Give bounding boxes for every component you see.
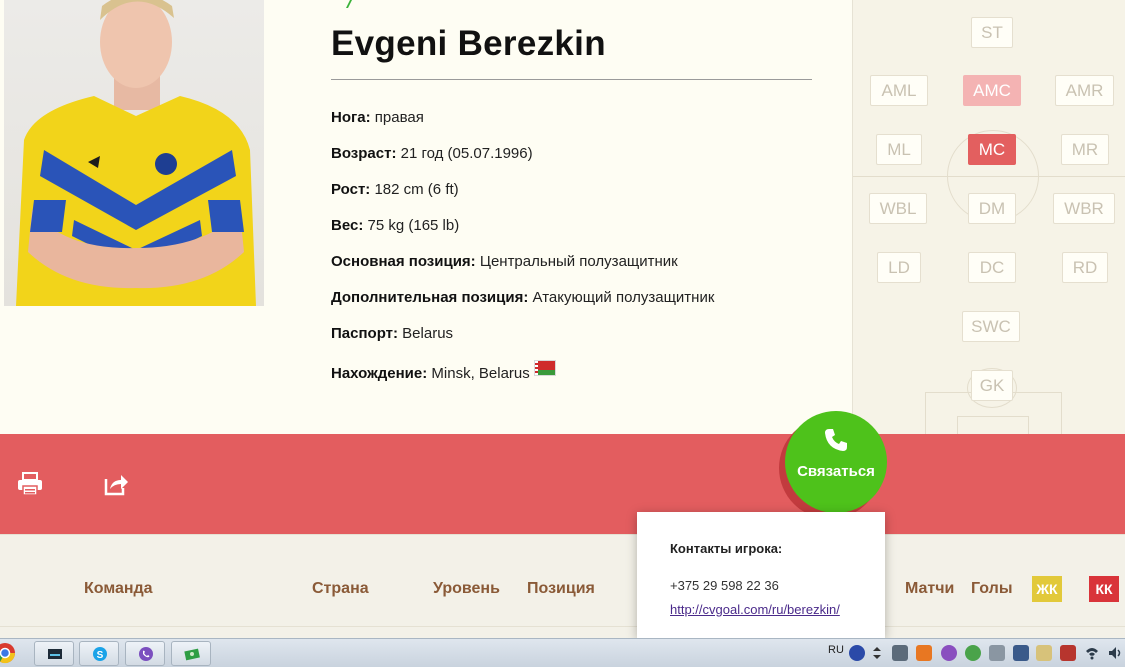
info-value: Minsk, Belarus xyxy=(431,365,530,382)
language-indicator[interactable]: RU xyxy=(828,644,844,656)
popup-title: Контакты игрока: xyxy=(670,541,783,556)
viber-tray-icon[interactable] xyxy=(941,645,957,661)
info-row-weight: Вес: 75 kg (165 lb) xyxy=(331,216,714,252)
info-label: Основная позиция: xyxy=(331,253,476,270)
pos-st: ST xyxy=(971,17,1013,48)
pos-gk: GK xyxy=(971,370,1013,401)
flag-alert-icon[interactable] xyxy=(1060,645,1076,661)
info-value: 21 год (05.07.1996) xyxy=(400,145,533,162)
wifi-icon[interactable] xyxy=(1084,645,1100,661)
device-icon[interactable] xyxy=(989,645,1005,661)
info-row-extra-position: Дополнительная позиция: Атакующий полуза… xyxy=(331,288,714,324)
info-row-foot: Нога: правая xyxy=(331,108,714,144)
pos-dc: DC xyxy=(968,252,1016,283)
player-info-list: Нога: правая Возраст: 21 год (05.07.1996… xyxy=(331,108,714,396)
phone-icon xyxy=(825,429,847,451)
info-value: 182 cm (6 ft) xyxy=(374,181,459,198)
info-value: Атакующий полузащитник xyxy=(532,289,715,306)
name-divider xyxy=(331,79,812,80)
col-matches[interactable]: Матчи xyxy=(905,580,954,598)
info-row-main-position: Основная позиция: Центральный полузащитн… xyxy=(331,252,714,288)
folder-icon[interactable] xyxy=(1036,645,1052,661)
info-value: Центральный полузащитник xyxy=(479,253,678,270)
popup-profile-link[interactable]: http://cvgoal.com/ru/berezkin/ xyxy=(670,602,840,617)
info-label: Паспорт: xyxy=(331,325,398,342)
terminal-icon xyxy=(48,649,62,659)
viber-icon xyxy=(139,647,153,661)
pitch-goal-box xyxy=(957,416,1029,434)
pos-rd: RD xyxy=(1062,252,1108,283)
action-bar xyxy=(0,434,1125,534)
info-value: Belarus xyxy=(402,325,454,342)
pos-wbr: WBR xyxy=(1053,193,1115,224)
stats-divider xyxy=(0,626,1125,627)
info-row-passport: Паспорт: Belarus xyxy=(331,324,714,360)
skype-icon: S xyxy=(93,647,107,661)
taskbar-app-terminal[interactable] xyxy=(34,641,74,666)
info-label: Вес: xyxy=(331,217,364,234)
chrome-icon[interactable] xyxy=(0,642,16,664)
monitor-icon[interactable] xyxy=(892,645,908,661)
help-icon[interactable] xyxy=(849,645,865,661)
money-icon xyxy=(184,648,200,661)
info-value: правая xyxy=(374,109,424,126)
info-row-height: Рост: 182 cm (6 ft) xyxy=(331,180,714,216)
info-row-age: Возраст: 21 год (05.07.1996) xyxy=(331,144,714,180)
info-label: Рост: xyxy=(331,181,371,198)
share-icon[interactable] xyxy=(103,472,129,496)
pos-mc: MC xyxy=(968,134,1016,165)
notes-icon[interactable] xyxy=(916,645,932,661)
info-label: Возраст: xyxy=(331,145,397,162)
col-country[interactable]: Страна xyxy=(312,580,369,598)
pos-wbl: WBL xyxy=(869,193,927,224)
printer-icon[interactable] xyxy=(17,472,43,496)
col-yellow-cards[interactable]: ЖК xyxy=(1032,576,1062,602)
position-pitch: ST AML AMC AMR ML MC MR WBL DM WBR LD DC… xyxy=(852,0,1125,434)
taskbar: S RU xyxy=(0,638,1125,667)
pos-swc: SWC xyxy=(962,311,1020,342)
pos-ml: ML xyxy=(876,134,922,165)
col-red-cards[interactable]: КК xyxy=(1089,576,1119,602)
accent-mark xyxy=(346,0,352,8)
info-label: Дополнительная позиция: xyxy=(331,289,529,306)
contact-button-label: Связаться xyxy=(797,463,875,480)
tray-arrows-icon[interactable] xyxy=(872,645,882,661)
volume-icon[interactable] xyxy=(1107,645,1123,661)
info-row-location: Нахождение: Minsk, Belarus xyxy=(331,360,714,396)
info-label: Нога: xyxy=(331,109,371,126)
taskbar-app-viber[interactable] xyxy=(125,641,165,666)
col-team[interactable]: Команда xyxy=(84,580,153,598)
player-photo xyxy=(4,0,264,306)
pos-mr: MR xyxy=(1061,134,1109,165)
info-label: Нахождение: xyxy=(331,365,428,382)
taskbar-app-skype[interactable]: S xyxy=(79,641,119,666)
pos-amc: AMC xyxy=(963,75,1021,106)
pos-ld: LD xyxy=(877,252,921,283)
player-name: Evgeni Berezkin xyxy=(331,24,606,63)
pos-amr: AMR xyxy=(1055,75,1114,106)
display-icon[interactable] xyxy=(1013,645,1029,661)
taskbar-app-money[interactable] xyxy=(171,641,211,666)
svg-text:S: S xyxy=(97,650,104,661)
col-position[interactable]: Позиция xyxy=(527,580,595,598)
belarus-flag-icon xyxy=(533,360,556,376)
col-level[interactable]: Уровень xyxy=(433,580,500,598)
col-goals[interactable]: Голы xyxy=(971,580,1012,598)
info-value: 75 kg (165 lb) xyxy=(367,217,460,234)
sync-icon[interactable] xyxy=(965,645,981,661)
contact-button[interactable]: Связаться xyxy=(785,411,887,513)
system-tray: RU xyxy=(824,639,1125,667)
pos-dm: DM xyxy=(968,193,1016,224)
popup-phone[interactable]: +375 29 598 22 36 xyxy=(670,578,779,593)
contact-popup: Контакты игрока: +375 29 598 22 36 http:… xyxy=(637,512,885,638)
pos-aml: AML xyxy=(870,75,928,106)
